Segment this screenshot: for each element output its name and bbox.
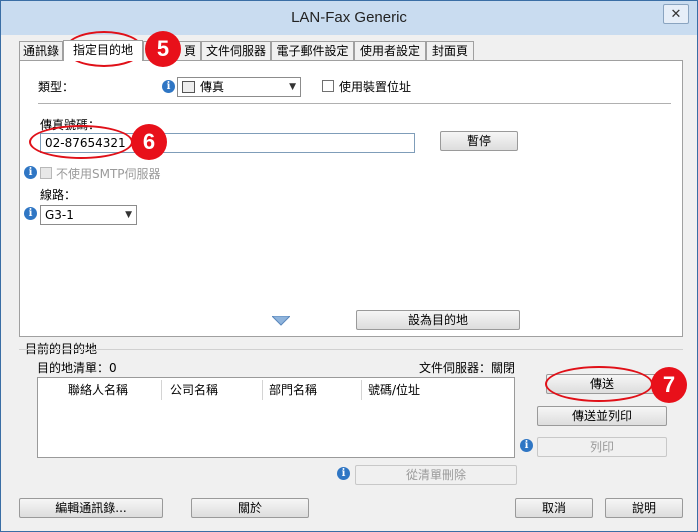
tab-email-settings[interactable]: 電子郵件設定 — [271, 41, 354, 60]
step-7-callout: 7 — [651, 367, 687, 403]
pause-button[interactable]: 暫停 — [440, 131, 518, 151]
type-select-value: 傳真 — [200, 80, 225, 94]
destination-panel: 類型： i 傳真 ▼ 使用裝置位址 傳真號碼： 02-87654321 暫停 i… — [19, 60, 683, 337]
edit-address-book-button[interactable]: 編輯通訊錄... — [19, 498, 163, 518]
tab-address-book[interactable]: 通訊錄 — [19, 41, 63, 60]
info-icon[interactable]: i — [24, 166, 37, 179]
chevron-down-icon: ▼ — [125, 210, 132, 220]
help-button[interactable]: 說明 — [605, 498, 683, 518]
no-smtp-checkbox[interactable] — [40, 167, 52, 179]
triangle-down-icon[interactable] — [272, 316, 290, 326]
remove-from-list-button[interactable]: 從清單刪除 — [355, 465, 517, 485]
print-button[interactable]: 列印 — [537, 437, 667, 457]
type-select[interactable]: 傳真 ▼ — [177, 77, 301, 97]
tab-document-server[interactable]: 文件伺服器 — [201, 41, 271, 60]
column-header-department[interactable]: 部門名稱 — [263, 380, 362, 400]
type-label: 類型： — [38, 80, 75, 94]
title-bar: LAN-Fax Generic ✕ — [1, 1, 697, 35]
device-address-label: 使用裝置位址 — [339, 80, 412, 94]
destination-list-count: 目的地清單：0 — [37, 361, 117, 375]
info-icon[interactable]: i — [520, 439, 533, 452]
column-header-contact[interactable]: 聯絡人名稱 — [38, 380, 162, 400]
set-destination-button[interactable]: 設為目的地 — [356, 310, 520, 330]
window-title: LAN-Fax Generic — [291, 9, 407, 26]
tab-user-settings[interactable]: 使用者設定 — [354, 41, 426, 60]
document-server-status: 文件伺服器：關閉 — [419, 361, 516, 375]
step-6-callout: 6 — [131, 124, 167, 160]
step-5-callout: 5 — [145, 31, 181, 67]
info-icon[interactable]: i — [162, 80, 175, 93]
line-select[interactable]: G3-1 ▼ — [40, 205, 137, 225]
tab-specify-destination[interactable]: 指定目的地 — [63, 40, 143, 61]
info-icon[interactable]: i — [24, 207, 37, 220]
destination-table[interactable]: 聯絡人名稱 公司名稱 部門名稱 號碼/位址 — [37, 377, 515, 458]
highlight-ring-fax-number — [29, 125, 133, 159]
tab-cover-page[interactable]: 封面頁 — [426, 41, 474, 60]
highlight-ring-send — [545, 366, 653, 402]
chevron-down-icon: ▼ — [289, 82, 296, 92]
info-icon[interactable]: i — [337, 467, 350, 480]
lan-fax-window: LAN-Fax Generic ✕ 通訊錄 指定目的地 頁 文件伺服器 電子郵件… — [0, 0, 698, 532]
about-button[interactable]: 關於 — [191, 498, 309, 518]
line-select-value: G3-1 — [45, 208, 74, 222]
column-header-number[interactable]: 號碼/位址 — [362, 380, 514, 400]
divider — [38, 103, 671, 104]
close-button[interactable]: ✕ — [663, 4, 689, 24]
line-label: 線路： — [40, 188, 77, 202]
column-header-company[interactable]: 公司名稱 — [162, 380, 263, 400]
close-icon: ✕ — [670, 7, 682, 22]
cancel-button[interactable]: 取消 — [515, 498, 593, 518]
no-smtp-label: 不使用SMTP伺服器 — [56, 167, 161, 181]
send-and-print-button[interactable]: 傳送並列印 — [537, 406, 667, 426]
device-address-checkbox[interactable] — [322, 80, 334, 92]
fax-icon — [182, 81, 195, 93]
